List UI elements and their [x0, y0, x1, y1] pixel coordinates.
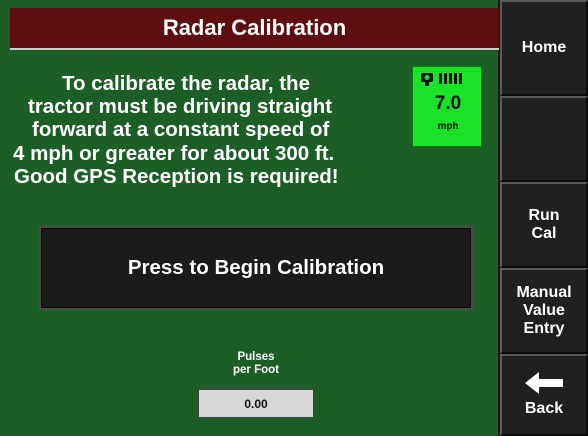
sidebar: Home Run Cal Manual Value Entry Back: [500, 0, 588, 436]
blank-button[interactable]: [500, 96, 588, 182]
run-cal-label-line-2: Cal: [531, 225, 557, 242]
pulses-label-line-2: per Foot: [233, 364, 279, 376]
instruction-line-3: forward at a constant speed of: [32, 118, 330, 141]
pulses-label-line-1: Pulses: [237, 351, 275, 363]
run-cal-button[interactable]: Run Cal: [500, 182, 588, 268]
back-button-label: Back: [524, 400, 564, 417]
manual-value-entry-button[interactable]: Manual Value Entry: [500, 268, 588, 354]
speed-unit: mph: [437, 121, 459, 132]
pulses-per-foot-field[interactable]: 0.00: [198, 389, 314, 418]
calibration-panel: Radar Calibration To calibrate the radar…: [0, 0, 499, 436]
run-cal-label-line-1: Run: [528, 207, 560, 224]
speed-indicator: 7.0 mph: [412, 66, 482, 147]
manual-entry-label-line-2: Value: [523, 302, 565, 319]
home-button-label: Home: [521, 39, 567, 56]
pulses-per-foot-label: Pulses per Foot: [200, 351, 312, 377]
home-button[interactable]: Home: [500, 0, 588, 96]
speed-value: 7.0: [434, 93, 462, 114]
manual-entry-label-line-3: Entry: [523, 320, 565, 337]
panel-edge: [0, 0, 10, 436]
back-button[interactable]: Back: [500, 354, 588, 436]
manual-entry-label-line-1: Manual: [516, 284, 572, 301]
page-title: Radar Calibration: [10, 8, 499, 50]
begin-calibration-button[interactable]: Press to Begin Calibration: [39, 226, 473, 310]
gps-signal-icon: [421, 73, 462, 86]
left-arrow-icon: [525, 372, 563, 394]
instruction-line-5: Good GPS Reception is required!: [14, 165, 339, 188]
